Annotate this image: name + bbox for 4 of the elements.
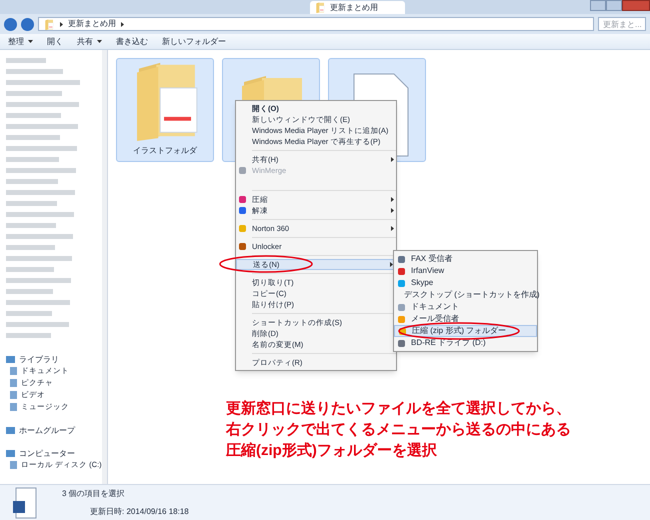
status-text: 3 個の項目を選択	[62, 488, 126, 500]
file-name: イラストフォルダ	[133, 145, 197, 157]
annotation-text: 更新窓口に送りたいファイルを全て選択してから、 右クリックで出てくるメニューから送るの中にある 圧縮(zip形式)フォルダーを選択	[226, 399, 571, 461]
status-text: 更新日時: 2014/09/16 18:18	[90, 506, 189, 518]
